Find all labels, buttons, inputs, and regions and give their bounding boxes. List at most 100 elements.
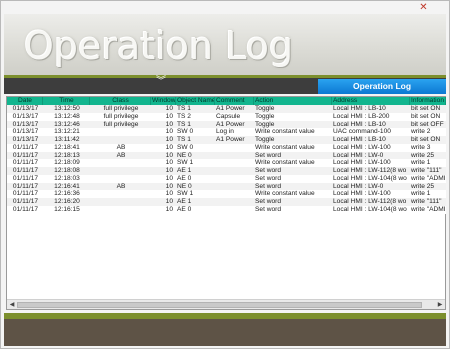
close-icon[interactable]: ✕: [401, 2, 446, 14]
horizontal-scrollbar[interactable]: ◀ ▶: [7, 299, 445, 309]
cell-information: write 25: [411, 151, 435, 159]
cell-object-name: SW 1: [177, 190, 194, 198]
cell-date: 01/11/17: [12, 182, 39, 190]
cell-address: Local HMI : LW-0: [333, 151, 384, 159]
column-header-class[interactable]: Class: [90, 97, 151, 105]
cell-date: 01/11/17: [12, 159, 39, 167]
cell-information: bit set ON: [411, 112, 441, 120]
scroll-right-icon[interactable]: ▶: [435, 300, 445, 310]
column-header-comment[interactable]: Comment: [215, 97, 254, 105]
cell-date: 01/11/17: [12, 190, 39, 198]
cell-object-name: AE 0: [177, 174, 192, 182]
cell-information: write 1: [411, 159, 431, 167]
cell-address: Local HMI : LW-100: [333, 143, 391, 151]
cell-information: write 25: [411, 182, 435, 190]
header-banner: Operation Log: [4, 14, 446, 75]
operation-log-table-frame: Date Time Class Window Object Name Comme…: [6, 96, 446, 310]
column-header-time[interactable]: Time: [43, 97, 90, 105]
cell-comment: [215, 190, 254, 198]
cell-action: Set word: [255, 151, 282, 159]
table-row[interactable]: 01/13/17 13:12:50 full privilege 10 TS 1 A1 P…: [7, 105, 446, 113]
cell-date: 01/11/17: [12, 143, 39, 151]
cell-date: 01/13/17: [12, 105, 39, 112]
cell-class: [90, 206, 151, 214]
cell-comment: [215, 198, 254, 206]
table-row[interactable]: 01/11/17 12:16:15 10 AE 0 Set word Local HMI …: [7, 205, 446, 214]
cell-window: 10: [165, 190, 173, 198]
cell-time: 12:16:20: [54, 198, 80, 205]
column-header-action[interactable]: Action: [254, 97, 332, 105]
cell-object-name: NE 0: [177, 151, 192, 159]
cell-information: write "111": [411, 198, 442, 205]
cell-action: Write constant value: [255, 159, 315, 167]
cell-comment: Log in: [216, 128, 234, 136]
cell-address: Local HMI : LW-104(8 wo: [333, 174, 407, 182]
cell-action: Toggle: [255, 120, 275, 128]
table-row[interactable]: 01/11/17 12:18:09 10 SW 1 Write constant val…: [7, 159, 446, 167]
cell-object-name: SW 1: [177, 159, 194, 167]
cell-action: Toggle: [255, 105, 275, 112]
table-row[interactable]: 01/11/17 12:16:36 10 SW 1 Write constant val…: [7, 190, 446, 198]
cell-class: full privilege: [103, 120, 139, 128]
table-row[interactable]: 01/11/17 12:18:03 10 AE 0 Set word Local HMI …: [7, 174, 446, 183]
cell-class: [90, 128, 151, 136]
column-header-window[interactable]: Window: [151, 97, 176, 105]
chevron-down-icon[interactable]: ︾: [154, 77, 168, 94]
cell-comment: A1 Power: [216, 136, 245, 143]
cell-window: 10: [165, 105, 173, 112]
cell-class: [90, 159, 151, 167]
tab-operation-log[interactable]: Operation Log: [318, 79, 446, 94]
table-row[interactable]: 01/13/17 13:12:21 10 SW 0 Log in Write consta…: [7, 128, 446, 136]
scrollbar-thumb[interactable]: [17, 302, 422, 308]
cell-window: 10: [165, 159, 173, 167]
operation-log-table[interactable]: Date Time Class Window Object Name Comme…: [7, 97, 446, 214]
column-header-object-name[interactable]: Object Name: [176, 97, 215, 105]
table-row[interactable]: 01/11/17 12:18:08 10 AE 1 Set word Local HMI …: [7, 167, 446, 175]
cell-information: bit set OFF: [411, 120, 444, 128]
table-row[interactable]: 01/13/17 13:12:46 full privilege 10 TS 1 A1 P…: [7, 120, 446, 129]
cell-time: 12:18:09: [54, 159, 80, 167]
table-row[interactable]: 01/11/17 12:16:20 10 AE 1 Set word Local HMI …: [7, 198, 446, 206]
column-header-address[interactable]: Address: [332, 97, 410, 105]
column-header-date[interactable]: Date: [7, 97, 43, 105]
cell-address: Local HMI : LW-100: [333, 159, 391, 167]
cell-object-name: TS 1: [177, 120, 191, 128]
cell-object-name: AE 0: [177, 205, 192, 213]
cell-window: 10: [165, 120, 173, 128]
cell-comment: [215, 144, 254, 152]
cell-object-name: SW 0: [177, 143, 194, 151]
cell-class: [90, 198, 151, 206]
table-row[interactable]: 01/11/17 12:16:41 AB 10 NE 0 Set word Local HM…: [7, 182, 446, 191]
table-row[interactable]: 01/11/17 12:18:13 AB 10 NE 0 Set word Local HM…: [7, 151, 446, 160]
cell-time: 13:12:21: [54, 128, 80, 136]
cell-address: Local HMI : LB-200: [333, 112, 390, 120]
column-header-information[interactable]: Information: [410, 97, 446, 105]
cell-address: Local HMI : LB-10: [333, 136, 386, 143]
cell-time: 12:16:36: [54, 190, 80, 198]
cell-object-name: TS 1: [177, 136, 191, 143]
cell-comment: [215, 167, 254, 175]
table-row[interactable]: 01/11/17 12:18:41 AB 10 SW 0 Write constant v…: [7, 143, 446, 152]
table-row[interactable]: 01/13/17 13:11:42 10 TS 1 A1 Power Toggle Loca…: [7, 136, 446, 144]
cell-class: [90, 190, 151, 198]
cell-time: 12:18:13: [54, 151, 80, 159]
cell-information: write 2: [411, 128, 431, 136]
cell-time: 13:11:42: [54, 136, 80, 143]
cell-window: 10: [165, 198, 173, 205]
cell-window: 10: [165, 182, 173, 190]
cell-object-name: AE 1: [177, 167, 192, 174]
cell-action: Write constant value: [255, 143, 315, 151]
scroll-left-icon[interactable]: ◀: [7, 300, 17, 310]
cell-class: AB: [116, 151, 126, 159]
cell-date: 01/11/17: [12, 205, 39, 213]
cell-object-name: AE 1: [177, 198, 192, 205]
cell-date: 01/11/17: [12, 174, 39, 182]
cell-information: write "111": [411, 167, 442, 174]
table-row[interactable]: 01/13/17 13:12:48 full privilege 10 TS 2 Caps…: [7, 112, 446, 121]
cell-class: AB: [116, 182, 126, 190]
cell-window: 10: [165, 174, 173, 182]
cell-class: AB: [116, 143, 126, 151]
cell-window: 10: [165, 136, 173, 143]
cell-time: 12:16:41: [54, 182, 80, 190]
cell-action: Set word: [255, 182, 282, 190]
